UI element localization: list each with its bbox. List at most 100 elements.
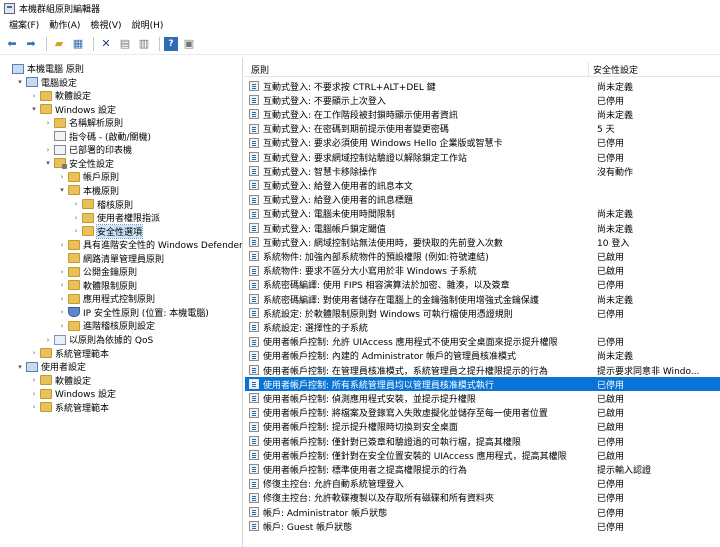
- policy-row[interactable]: 帳戶: Administrator 帳戶狀態 已停用: [245, 505, 720, 519]
- menu-file[interactable]: 檔案(F): [4, 18, 44, 31]
- policy-row[interactable]: 互動式登入: 不要求按 CTRL+ALT+DEL 鍵 尚未定義: [245, 79, 720, 93]
- tree-node[interactable]: › 軟體限制原則: [58, 279, 137, 292]
- expand-arrow-icon[interactable]: ›: [58, 322, 66, 330]
- policy-row[interactable]: 互動式登入: 要求網域控制站驗證以解除鎖定工作站 已停用: [245, 150, 720, 164]
- tree-node[interactable]: ▾ 本機原則: [58, 184, 119, 197]
- expand-arrow-icon[interactable]: ›: [30, 92, 38, 100]
- expand-arrow-icon[interactable]: ›: [72, 227, 80, 235]
- tree-node[interactable]: 網路清單管理員原則: [58, 252, 164, 265]
- menu-action[interactable]: 動作(A): [44, 18, 85, 31]
- expand-arrow-icon[interactable]: ›: [30, 376, 38, 384]
- menu-view[interactable]: 檢視(V): [85, 18, 126, 31]
- policy-row[interactable]: 修復主控台: 允許軟碟複製以及存取所有磁碟和所有資料夾 已停用: [245, 491, 720, 505]
- policy-row[interactable]: 使用者帳戶控制: 偵測應用程式安裝，並提示提升權限 已啟用: [245, 391, 720, 405]
- up-folder-icon[interactable]: ▰: [51, 36, 67, 52]
- console-tree[interactable]: 本機電腦 原則 ▾ 電腦設定 › 軟體設定 ▾ Windows 設定 › 名稱解析原則 指令碼 -…: [0, 58, 243, 547]
- tree-node[interactable]: › 應用程式控制原則: [58, 292, 155, 305]
- export-list-icon[interactable]: ▥: [136, 36, 152, 52]
- collapse-arrow-icon[interactable]: ▾: [30, 105, 38, 113]
- tree-node[interactable]: › 具有進階安全性的 Windows Defender 防火牆: [58, 238, 242, 251]
- policy-row[interactable]: 使用者帳戶控制: 內建的 Administrator 帳戶的管理員核准模式 尚未定…: [245, 349, 720, 363]
- tree-node[interactable]: › 名稱解析原則: [44, 116, 123, 129]
- policy-row[interactable]: 系統設定: 選擇性的子系統: [245, 320, 720, 334]
- tree-node[interactable]: ▾ 安全性設定: [44, 157, 114, 170]
- policy-row[interactable]: 互動式登入: 電腦帳戶鎖定閾值 尚未定義: [245, 221, 720, 235]
- policy-row[interactable]: 使用者帳戶控制: 在管理員核准模式，系統管理員之提升權限提示的行為 提示要求同意非…: [245, 363, 720, 377]
- expand-arrow-icon[interactable]: ›: [30, 403, 38, 411]
- policy-row[interactable]: 使用者帳戶控制: 提示提升權限時切換到安全桌面 已啟用: [245, 420, 720, 434]
- policy-row[interactable]: 使用者帳戶控制: 僅針對在安全位置安裝的 UIAccess 應用程式，提高其權限…: [245, 448, 720, 462]
- policy-row[interactable]: 系統物件: 要求不區分大小寫用於非 Windows 子系統 已啟用: [245, 264, 720, 278]
- policy-row[interactable]: 使用者帳戶控制: 將檔案及登錄寫入失敗虛擬化並儲存至每一使用者位置 已啟用: [245, 406, 720, 420]
- expand-arrow-icon[interactable]: ›: [58, 308, 66, 316]
- column-header-policy[interactable]: 原則: [245, 62, 589, 76]
- properties-icon[interactable]: ▤: [117, 36, 133, 52]
- expand-arrow-icon[interactable]: ›: [30, 349, 38, 357]
- tree-node[interactable]: 本機電腦 原則: [2, 62, 84, 75]
- back-icon[interactable]: ⬅: [4, 36, 20, 52]
- policy-row[interactable]: 互動式登入: 網域控制站無法使用時，要快取的先前登入次數 10 登入: [245, 235, 720, 249]
- tree-node[interactable]: ▾ 使用者設定: [16, 360, 86, 373]
- policy-row[interactable]: 互動式登入: 電腦未使用時間限制 尚未定義: [245, 207, 720, 221]
- policy-row[interactable]: 帳戶: Guest 帳戶狀態 已停用: [245, 519, 720, 533]
- tree-node-label: 帳戶原則: [83, 173, 120, 184]
- policy-row[interactable]: 系統物件: 加強內部系統物件的預設權限 (例如:符號連結) 已啟用: [245, 249, 720, 263]
- policy-row[interactable]: 互動式登入: 在工作階段被封鎖時顯示使用者資訊 尚未定義: [245, 107, 720, 121]
- collapse-arrow-icon[interactable]: ▾: [58, 186, 66, 194]
- tree-node[interactable]: › 進階稽核原則設定: [58, 319, 155, 332]
- tree-node[interactable]: › 系統管理範本: [30, 401, 109, 414]
- delete-icon[interactable]: ✕: [98, 36, 114, 52]
- tree-node[interactable]: 指令碼 - (啟動/關機): [44, 130, 151, 143]
- policy-row[interactable]: 系統密碼編譯: 對使用者儲存在電腦上的金鑰強制使用增強式金鑰保護 尚未定義: [245, 292, 720, 306]
- tree-node[interactable]: › 軟體設定: [30, 374, 91, 387]
- policy-row[interactable]: 使用者帳戶控制: 僅針對已簽章和驗證過的可執行檔，提高其權限 已停用: [245, 434, 720, 448]
- tree-node[interactable]: ▾ 電腦設定: [16, 76, 77, 89]
- tree-node[interactable]: › 已部署的印表機: [44, 143, 132, 156]
- collapse-arrow-icon[interactable]: ▾: [44, 159, 52, 167]
- expand-arrow-icon[interactable]: ›: [58, 241, 66, 249]
- menu-help[interactable]: 說明(H): [127, 18, 169, 31]
- expand-arrow-icon[interactable]: ›: [72, 214, 80, 222]
- expand-arrow-icon[interactable]: ›: [58, 281, 66, 289]
- tree-node[interactable]: › 帳戶原則: [58, 170, 119, 183]
- tree-node[interactable]: › 安全性選項: [72, 223, 144, 239]
- expand-arrow-icon[interactable]: ›: [44, 336, 52, 344]
- tree-node[interactable]: › 使用者權限指派: [72, 211, 160, 224]
- policy-row[interactable]: 修復主控台: 允許自動系統管理登入 已停用: [245, 477, 720, 491]
- expand-arrow-icon[interactable]: ›: [58, 173, 66, 181]
- column-header-security-setting[interactable]: 安全性設定: [589, 62, 719, 76]
- policy-row[interactable]: 使用者帳戶控制: 允許 UIAccess 應用程式不使用安全桌面來提示提升權限 已…: [245, 335, 720, 349]
- expand-arrow-icon[interactable]: ›: [72, 200, 80, 208]
- tree-node[interactable]: › IP 安全性原則 (位置: 本機電腦): [58, 306, 209, 319]
- policy-row[interactable]: 互動式登入: 智慧卡移除操作 沒有動作: [245, 164, 720, 178]
- tree-node[interactable]: › 稽核原則: [72, 198, 133, 211]
- tree-node[interactable]: ▾ Windows 設定: [30, 103, 116, 116]
- show-hide-tree-icon[interactable]: ▦: [70, 36, 86, 52]
- extended-view-icon[interactable]: ▣: [181, 36, 197, 52]
- policy-row[interactable]: 互動式登入: 給登入使用者的訊息標題: [245, 193, 720, 207]
- policy-row[interactable]: 系統密碼編譯: 使用 FIPS 相容演算法於加密、雜湊，以及簽章 已停用: [245, 278, 720, 292]
- expand-arrow-icon[interactable]: ›: [30, 390, 38, 398]
- expand-arrow-icon[interactable]: ›: [44, 119, 52, 127]
- policy-row[interactable]: 使用者帳戶控制: 標準使用者之提高權限提示的行為 提示輸入認證: [245, 462, 720, 476]
- policy-row[interactable]: 系統設定: 於軟體限制原則對 Windows 可執行檔使用憑證規則 已停用: [245, 306, 720, 320]
- tree-node[interactable]: › 系統管理範本: [30, 347, 109, 360]
- collapse-arrow-icon[interactable]: ▾: [16, 78, 24, 86]
- tree-node[interactable]: › 軟體設定: [30, 89, 91, 102]
- expand-arrow-icon[interactable]: ›: [58, 268, 66, 276]
- expand-arrow-icon[interactable]: ›: [44, 146, 52, 154]
- policy-row[interactable]: 互動式登入: 要求必須使用 Windows Hello 企業版或智慧卡 已停用: [245, 136, 720, 150]
- toolbar-separator: [46, 36, 47, 51]
- help-icon[interactable]: ?: [164, 36, 178, 51]
- policy-row[interactable]: 互動式登入: 給登入使用者的訊息本文: [245, 178, 720, 192]
- policy-row[interactable]: 使用者帳戶控制: 所有系統管理員均以管理員核准模式執行 已停用: [245, 377, 720, 392]
- expand-arrow-icon[interactable]: ›: [58, 295, 66, 303]
- policy-row[interactable]: 互動式登入: 不要顯示上次登入 已停用: [245, 93, 720, 107]
- forward-icon[interactable]: ➡: [23, 36, 39, 52]
- policy-list[interactable]: 原則 安全性設定 互動式登入: 不要求按 CTRL+ALT+DEL 鍵尚未定義互…: [245, 58, 720, 547]
- policy-row[interactable]: 互動式登入: 在密碼到期前提示使用者變更密碼 5 天: [245, 122, 720, 136]
- tree-node[interactable]: › 以原則為依據的 QoS: [44, 333, 153, 346]
- tree-node[interactable]: › Windows 設定: [30, 387, 116, 400]
- tree-node[interactable]: › 公開金鑰原則: [58, 265, 137, 278]
- collapse-arrow-icon[interactable]: ▾: [16, 363, 24, 371]
